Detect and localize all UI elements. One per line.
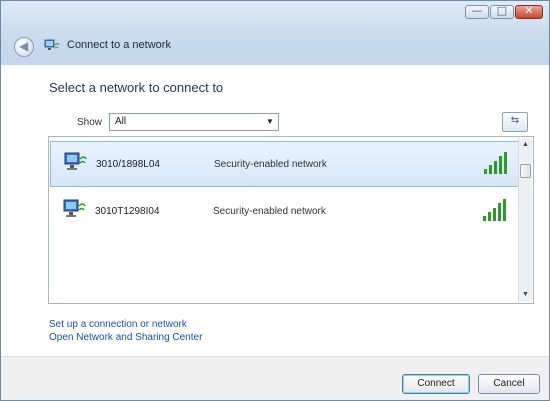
- maximize-button[interactable]: □: [490, 4, 514, 19]
- network-list-item[interactable]: 3010T1298I04 Security-enabled network: [50, 189, 520, 235]
- wireless-network-icon: [64, 152, 87, 170]
- minimize-button[interactable]: —: [465, 4, 489, 19]
- refresh-icon: ⇆: [510, 115, 520, 126]
- close-button[interactable]: ✕: [515, 4, 543, 19]
- refresh-button[interactable]: ⇆: [502, 112, 528, 132]
- dialog-footer: Connect Cancel: [1, 356, 549, 400]
- network-connection-icon: [44, 39, 60, 50]
- network-security: Security-enabled network: [214, 159, 327, 170]
- maximize-icon: □: [496, 4, 508, 17]
- scroll-up-icon[interactable]: ▲: [519, 138, 532, 152]
- cancel-button[interactable]: Cancel: [478, 374, 540, 394]
- minimize-icon: —: [471, 4, 483, 17]
- caption-buttons: — □ ✕: [465, 4, 543, 19]
- back-arrow-icon: ◀: [19, 39, 29, 53]
- wireless-network-icon: [63, 199, 86, 217]
- show-filter-dropdown[interactable]: All ▼: [109, 113, 279, 131]
- network-name: 3010T1298I04: [95, 206, 160, 217]
- signal-strength-icon: [483, 199, 506, 221]
- title-bar: — □ ✕ ◀ Connect to a network: [1, 1, 549, 65]
- network-name: 3010/1898L04: [96, 159, 160, 170]
- chevron-down-icon: ▼: [266, 117, 274, 126]
- connect-button[interactable]: Connect: [402, 374, 470, 394]
- page-heading: Select a network to connect to: [49, 80, 224, 95]
- close-icon: ✕: [524, 4, 534, 17]
- scroll-thumb[interactable]: [520, 164, 531, 178]
- list-scrollbar[interactable]: ▲ ▼: [518, 138, 532, 302]
- connect-network-window: — □ ✕ ◀ Connect to a network Select a ne…: [0, 0, 550, 401]
- back-button[interactable]: ◀: [14, 37, 34, 57]
- show-filter-value: All: [115, 116, 127, 127]
- network-sharing-center-link[interactable]: Open Network and Sharing Center: [49, 332, 202, 343]
- network-security: Security-enabled network: [213, 206, 326, 217]
- window-title: Connect to a network: [67, 39, 171, 51]
- scroll-down-icon[interactable]: ▼: [519, 288, 532, 302]
- setup-connection-link[interactable]: Set up a connection or network: [49, 319, 187, 330]
- network-list-item[interactable]: 3010/1898L04 Security-enabled network: [50, 141, 520, 187]
- signal-strength-icon: [484, 152, 507, 174]
- show-filter-label: Show: [77, 117, 103, 128]
- network-list[interactable]: 3010/1898L04 Security-enabled network 30…: [48, 136, 534, 304]
